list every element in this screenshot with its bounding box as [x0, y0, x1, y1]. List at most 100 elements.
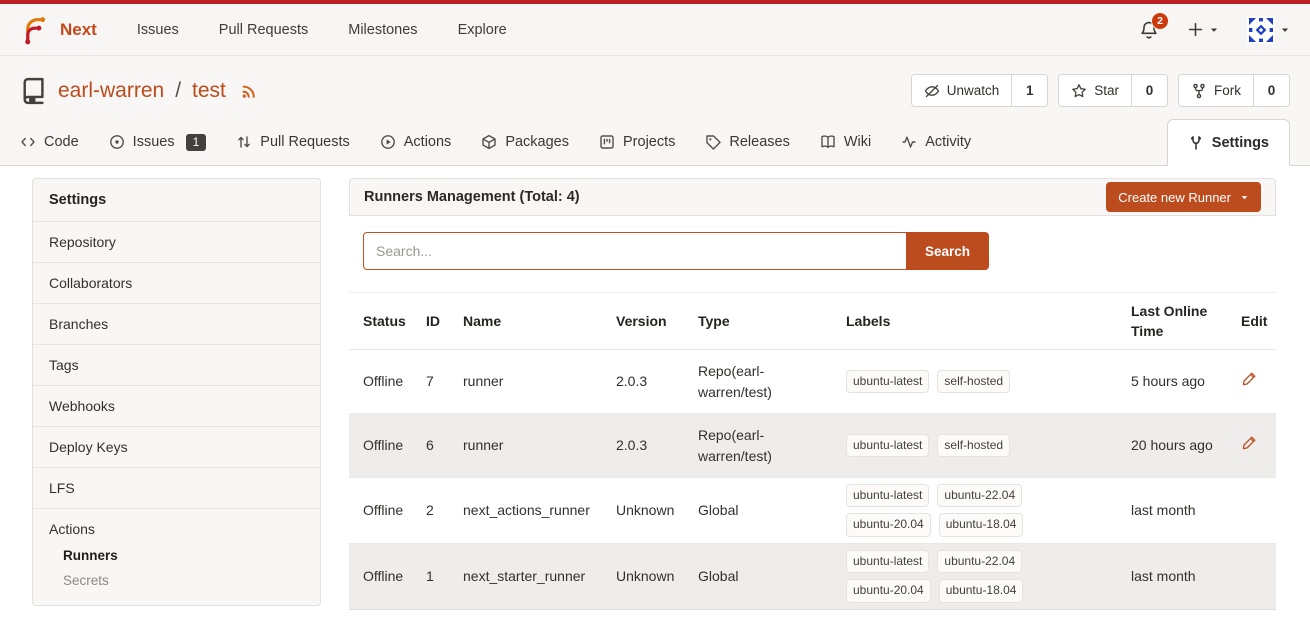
repo-header-section: earl-warren / test Unwatch1Star0Fork0 Co… [0, 56, 1310, 166]
runner-last-online: last month [1131, 500, 1241, 520]
runner-label-badge: self-hosted [937, 434, 1010, 457]
nav-link-milestones[interactable]: Milestones [348, 22, 417, 38]
sidebar-item-actions[interactable]: Actions [33, 521, 320, 543]
unwatch-label: Unwatch [947, 83, 1000, 98]
fork-button-group: Fork0 [1178, 74, 1290, 107]
sidebar-subitem-runners[interactable]: Runners [33, 543, 320, 568]
create-new-runner-label: Create new Runner [1118, 190, 1231, 205]
sidebar-item-lfs[interactable]: LFS [33, 467, 320, 508]
tab-releases[interactable]: Releases [705, 119, 789, 165]
runner-label-badge: ubuntu-latest [846, 434, 929, 457]
runner-label-badge: self-hosted [937, 370, 1010, 393]
code-icon [20, 134, 36, 150]
nav-link-explore[interactable]: Explore [458, 22, 507, 38]
runner-labels: ubuntu-latestubuntu-22.04ubuntu-20.04ubu… [846, 544, 1046, 609]
runner-id: 7 [426, 371, 463, 391]
tab-code-label: Code [44, 134, 79, 150]
col-type: Type [698, 311, 846, 331]
runner-search-row: Search [349, 216, 1276, 284]
nav-link-pull-requests[interactable]: Pull Requests [219, 22, 308, 38]
runner-name: runner [463, 371, 616, 391]
repo-tabs: Code Issues 1 Pull Requests Actions Packages P… [20, 119, 1001, 165]
project-icon [599, 134, 615, 150]
runner-label-badge: ubuntu-latest [846, 484, 929, 507]
settings-content: Settings RepositoryCollaboratorsBranches… [0, 166, 1310, 610]
col-id: ID [426, 311, 463, 331]
tab-pull-requests-label: Pull Requests [260, 134, 349, 150]
runner-edit-cell [1241, 371, 1276, 392]
tab-actions-label: Actions [404, 134, 452, 150]
runner-type: Global [698, 566, 846, 586]
sidebar-subitem-secrets[interactable]: Secrets [33, 568, 320, 593]
caret-down-icon [1209, 25, 1219, 35]
runner-search-input[interactable] [363, 232, 907, 270]
repo-separator: / [175, 79, 181, 103]
sidebar-item-repository[interactable]: Repository [33, 221, 320, 262]
tab-actions[interactable]: Actions [380, 119, 452, 165]
fork-button[interactable]: Fork [1179, 75, 1253, 106]
play-icon [380, 134, 396, 150]
rss-feed-icon[interactable] [240, 81, 259, 100]
col-status: Status [363, 311, 426, 331]
edit-runner-button[interactable] [1241, 371, 1257, 390]
runner-label-badge: ubuntu-22.04 [937, 484, 1022, 507]
tab-packages[interactable]: Packages [481, 119, 569, 165]
nav-link-issues[interactable]: Issues [137, 22, 179, 38]
tab-pull-requests[interactable]: Pull Requests [236, 119, 349, 165]
tab-issues-label: Issues [133, 134, 175, 150]
runner-row: Offline2next_actions_runnerUnknownGlobal… [349, 477, 1276, 543]
sidebar-item-deploy-keys[interactable]: Deploy Keys [33, 426, 320, 467]
repo-name-link[interactable]: test [192, 79, 226, 103]
brand-home-link[interactable]: Next [20, 15, 97, 45]
package-icon [481, 134, 497, 150]
edit-runner-button[interactable] [1241, 435, 1257, 454]
runner-status: Offline [363, 500, 426, 520]
tab-wiki[interactable]: Wiki [820, 119, 871, 165]
star-button-group: Star0 [1058, 74, 1168, 107]
sidebar-header: Settings [33, 179, 320, 221]
create-new-runner-button[interactable]: Create new Runner [1106, 182, 1261, 212]
col-labels: Labels [846, 311, 1131, 331]
unwatch-button[interactable]: Unwatch [912, 75, 1012, 106]
caret-down-icon [1240, 193, 1249, 202]
tab-projects[interactable]: Projects [599, 119, 675, 165]
tab-projects-label: Projects [623, 134, 675, 150]
runner-label-badge: ubuntu-22.04 [937, 550, 1022, 573]
runner-label-badge: ubuntu-20.04 [846, 579, 931, 602]
user-menu-button[interactable] [1247, 16, 1290, 44]
star-count[interactable]: 0 [1131, 75, 1167, 106]
tab-code[interactable]: Code [20, 119, 79, 165]
runner-name: next_starter_runner [463, 566, 616, 586]
pull-request-icon [236, 134, 252, 150]
tab-activity[interactable]: Activity [901, 119, 971, 165]
create-new-menu-button[interactable] [1187, 21, 1219, 38]
tab-issues[interactable]: Issues 1 [109, 119, 207, 165]
pencil-icon [1241, 371, 1257, 387]
col-name: Name [463, 311, 616, 331]
runner-last-online: 20 hours ago [1131, 435, 1241, 455]
issue-icon [109, 134, 125, 150]
sidebar-item-webhooks[interactable]: Webhooks [33, 385, 320, 426]
runner-label-badge: ubuntu-20.04 [846, 513, 931, 536]
fork-count[interactable]: 0 [1253, 75, 1289, 106]
sidebar-item-tags[interactable]: Tags [33, 344, 320, 385]
runner-status: Offline [363, 435, 426, 455]
repo-owner-link[interactable]: earl-warren [58, 79, 164, 103]
brand-label: Next [60, 20, 97, 40]
runner-row: Offline7runner2.0.3Repo(earl-warren/test… [349, 349, 1276, 413]
sidebar-item-branches[interactable]: Branches [33, 303, 320, 344]
issues-count-badge: 1 [186, 134, 207, 151]
repo-actions: Unwatch1Star0Fork0 [911, 74, 1290, 107]
repo-tabbar: Code Issues 1 Pull Requests Actions Packages P… [0, 119, 1310, 166]
sidebar-group-actions: Actions RunnersSecrets [33, 508, 320, 605]
star-button[interactable]: Star [1059, 75, 1131, 106]
unwatch-count[interactable]: 1 [1011, 75, 1047, 106]
sidebar-item-collaborators[interactable]: Collaborators [33, 262, 320, 303]
notifications-button[interactable]: 2 [1139, 20, 1159, 40]
runner-name: next_actions_runner [463, 500, 616, 520]
sidebar-actions-sublist: RunnersSecrets [33, 543, 320, 593]
tab-settings[interactable]: Settings [1167, 119, 1290, 166]
navbar-right: 2 [1139, 16, 1290, 44]
runner-id: 6 [426, 435, 463, 455]
runner-search-button[interactable]: Search [906, 232, 989, 270]
